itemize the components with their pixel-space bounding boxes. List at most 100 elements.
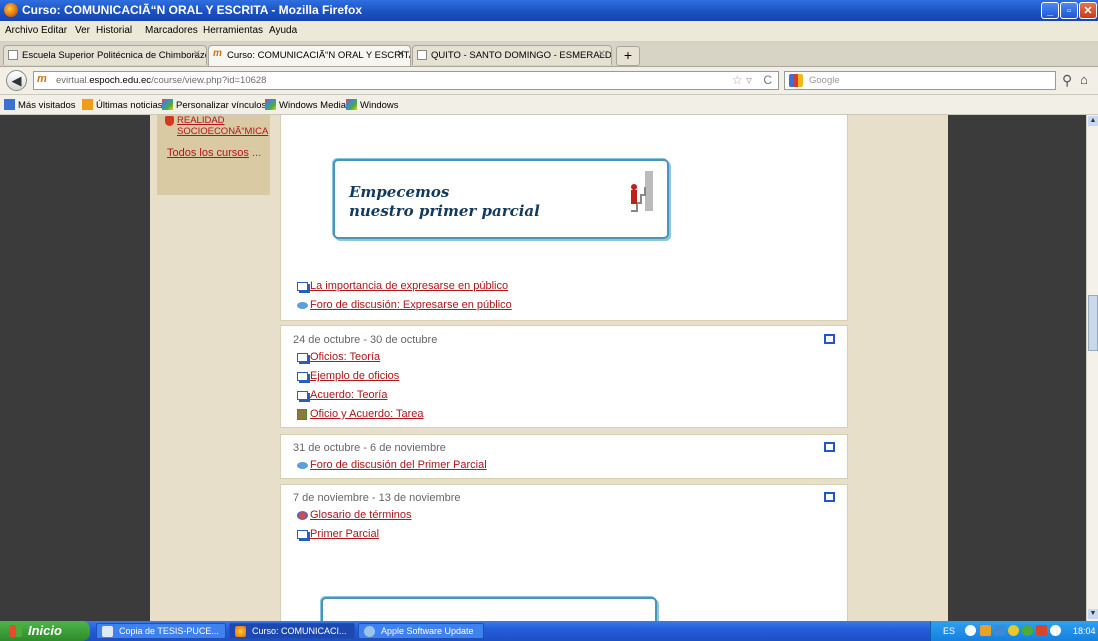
tab-quito[interactable]: QUITO - SANTO DOMINGO - ESMERALDA... ✕ (412, 45, 612, 65)
tray-arrow-icon[interactable] (965, 625, 976, 636)
apple-update-icon (364, 626, 375, 637)
firefox-icon (4, 3, 18, 17)
all-courses-label[interactable]: Todos los cursos (167, 147, 249, 159)
tray-status-icon[interactable] (1022, 625, 1033, 636)
close-tab-icon[interactable]: ✕ (397, 49, 405, 60)
maximize-button[interactable]: ▫ (1060, 2, 1078, 19)
sidebar-link-realidad[interactable]: REALIDAD (177, 115, 225, 126)
activity-ejemplo-oficios[interactable]: Ejemplo de oficios (297, 370, 399, 382)
activity-foro-expresarse[interactable]: Foro de discusión: Expresarse en público (297, 299, 512, 311)
bookmark-windows[interactable]: Windows (346, 99, 399, 111)
window-title-bar[interactable]: Curso: COMUNICACIÃ“N ORAL Y ESCRITA - Mo… (0, 0, 1098, 21)
activity-label[interactable]: Oficio y Acuerdo: Tarea (310, 408, 424, 420)
tray-app-icon[interactable] (980, 625, 991, 636)
scroll-down-icon[interactable]: ▼ (1088, 609, 1098, 619)
tab-curso[interactable]: m Curso: COMUNICACIÃ“N ORAL Y ESCRITA ✕ (208, 45, 411, 66)
clock[interactable]: 18:04 (1073, 626, 1096, 636)
bookmark-label: Más visitados (18, 100, 76, 111)
tab-espoch[interactable]: Escuela Superior Politécnica de Chimbora… (3, 45, 207, 65)
bookmark-label: Últimas noticias (96, 100, 163, 111)
new-tab-button[interactable]: + (616, 46, 640, 66)
moodle-icon: m (213, 48, 222, 59)
course-section-0: Empecemos nuestro primer parcial La impor… (280, 115, 848, 321)
activity-label[interactable]: Foro de discusión del Primer Parcial (310, 459, 487, 471)
menu-archivo[interactable]: Archivo (5, 25, 38, 36)
home-icon[interactable]: ⌂ (1080, 72, 1088, 87)
search-icon[interactable]: ⚲ (1062, 72, 1072, 89)
language-indicator[interactable]: ES (943, 626, 955, 636)
bookmark-label: Windows Media (279, 100, 347, 111)
shield-icon (165, 116, 174, 126)
sidebar-link-realidad-line2[interactable]: SOCIOECONÃ“MICA (177, 126, 268, 137)
bookmark-ultimas-noticias[interactable]: Últimas noticias (82, 99, 163, 111)
menu-marcadores[interactable]: Marcadores (145, 25, 198, 36)
page-icon (417, 50, 427, 60)
section-toggle-icon[interactable] (824, 334, 835, 344)
task-curso[interactable]: Curso: COMUNICACI... (229, 623, 355, 639)
menu-historial[interactable]: Historial (96, 25, 132, 36)
activity-oficios-teoria[interactable]: Oficios: Teoría (297, 351, 380, 363)
activity-primer-parcial-quiz[interactable]: Primer Parcial (297, 528, 379, 540)
vertical-scrollbar[interactable]: ▲ ▼ (1086, 115, 1098, 621)
resource-icon (297, 391, 308, 400)
activity-acuerdo-teoria[interactable]: Acuerdo: Teoría (297, 389, 387, 401)
section-date: 7 de noviembre - 13 de noviembre (293, 492, 461, 504)
scroll-thumb[interactable] (1088, 295, 1098, 351)
bookmark-star-icon[interactable]: ☆ ▿ (732, 73, 752, 87)
activity-foro-primer-parcial[interactable]: Foro de discusión del Primer Parcial (297, 459, 487, 471)
menu-bar: Archivo Editar Ver Historial Marcadores … (0, 21, 1098, 42)
bookmark-personalizar[interactable]: Personalizar vínculos (162, 99, 266, 111)
activity-label[interactable]: Ejemplo de oficios (310, 370, 399, 382)
page-content: REALIDAD SOCIOECONÃ“MICA Todos los curso… (0, 115, 1086, 621)
minimize-button[interactable]: _ (1041, 2, 1059, 19)
tray-shield-icon[interactable] (1008, 625, 1019, 636)
activity-oficio-acuerdo-tarea[interactable]: Oficio y Acuerdo: Tarea (297, 408, 424, 420)
activity-label[interactable]: Glosario de términos (310, 509, 412, 521)
task-label: Curso: COMUNICACI... (252, 626, 347, 636)
task-apple-update[interactable]: Apple Software Update (358, 623, 484, 639)
menu-herramientas[interactable]: Herramientas (203, 25, 263, 36)
google-icon[interactable] (789, 74, 803, 87)
activity-glosario[interactable]: Glosario de términos (297, 509, 412, 521)
search-input[interactable]: Google (784, 71, 1056, 90)
activity-label[interactable]: Foro de discusión: Expresarse en público (310, 299, 512, 311)
site-identity-icon[interactable]: m (37, 73, 47, 85)
activity-importancia[interactable]: La importancia de expresarse en público (297, 280, 508, 292)
search-placeholder: Google (809, 75, 840, 86)
menu-ver[interactable]: Ver (75, 25, 90, 36)
activity-label[interactable]: Acuerdo: Teoría (310, 389, 387, 401)
bookmark-mas-visitados[interactable]: Más visitados (4, 99, 76, 111)
activity-label[interactable]: La importancia de expresarse en público (310, 280, 508, 292)
bookmark-windows-media[interactable]: Windows Media (265, 99, 346, 111)
url-bar[interactable]: m evirtual.espoch.edu.ec/course/view.php… (33, 71, 779, 90)
scroll-up-icon[interactable]: ▲ (1088, 116, 1098, 126)
tray-update-icon[interactable] (1036, 625, 1047, 636)
menu-editar[interactable]: Editar (41, 25, 67, 36)
activity-label[interactable]: Primer Parcial (310, 528, 379, 540)
all-courses-link[interactable]: Todos los cursos ... (167, 147, 261, 159)
document-icon (102, 626, 113, 637)
stairs-figure-icon (631, 171, 653, 212)
activity-label[interactable]: Oficios: Teoría (310, 351, 380, 363)
bookmark-folder-icon (4, 99, 15, 110)
banner-line-1: Empecemos (349, 183, 450, 201)
tray-network-icon[interactable] (994, 625, 1005, 636)
tray-clock-icon[interactable] (1050, 625, 1061, 636)
system-tray: ES 18:04 (930, 621, 1098, 641)
close-tab-icon[interactable]: ✕ (193, 49, 201, 60)
close-tab-icon[interactable]: ✕ (598, 49, 606, 60)
section-date: 24 de octubre - 30 de octubre (293, 334, 438, 346)
task-tesis[interactable]: Copia de TESIS-PUCE... (96, 623, 226, 639)
url-text[interactable]: evirtual.espoch.edu.ec/course/view.php?i… (56, 75, 266, 86)
tab-bar: Escuela Superior Politécnica de Chimbora… (0, 42, 1098, 67)
start-button[interactable]: Inicio (0, 621, 90, 641)
back-button[interactable]: ◀ (6, 70, 27, 91)
section-toggle-icon[interactable] (824, 492, 835, 502)
menu-ayuda[interactable]: Ayuda (269, 25, 297, 36)
resource-icon (297, 282, 308, 291)
reload-icon[interactable]: C (763, 73, 772, 87)
close-button[interactable]: ✕ (1079, 2, 1097, 19)
section-toggle-icon[interactable] (824, 442, 835, 452)
section-date: 31 de octubre - 6 de noviembre (293, 442, 446, 454)
rss-icon (82, 99, 93, 110)
